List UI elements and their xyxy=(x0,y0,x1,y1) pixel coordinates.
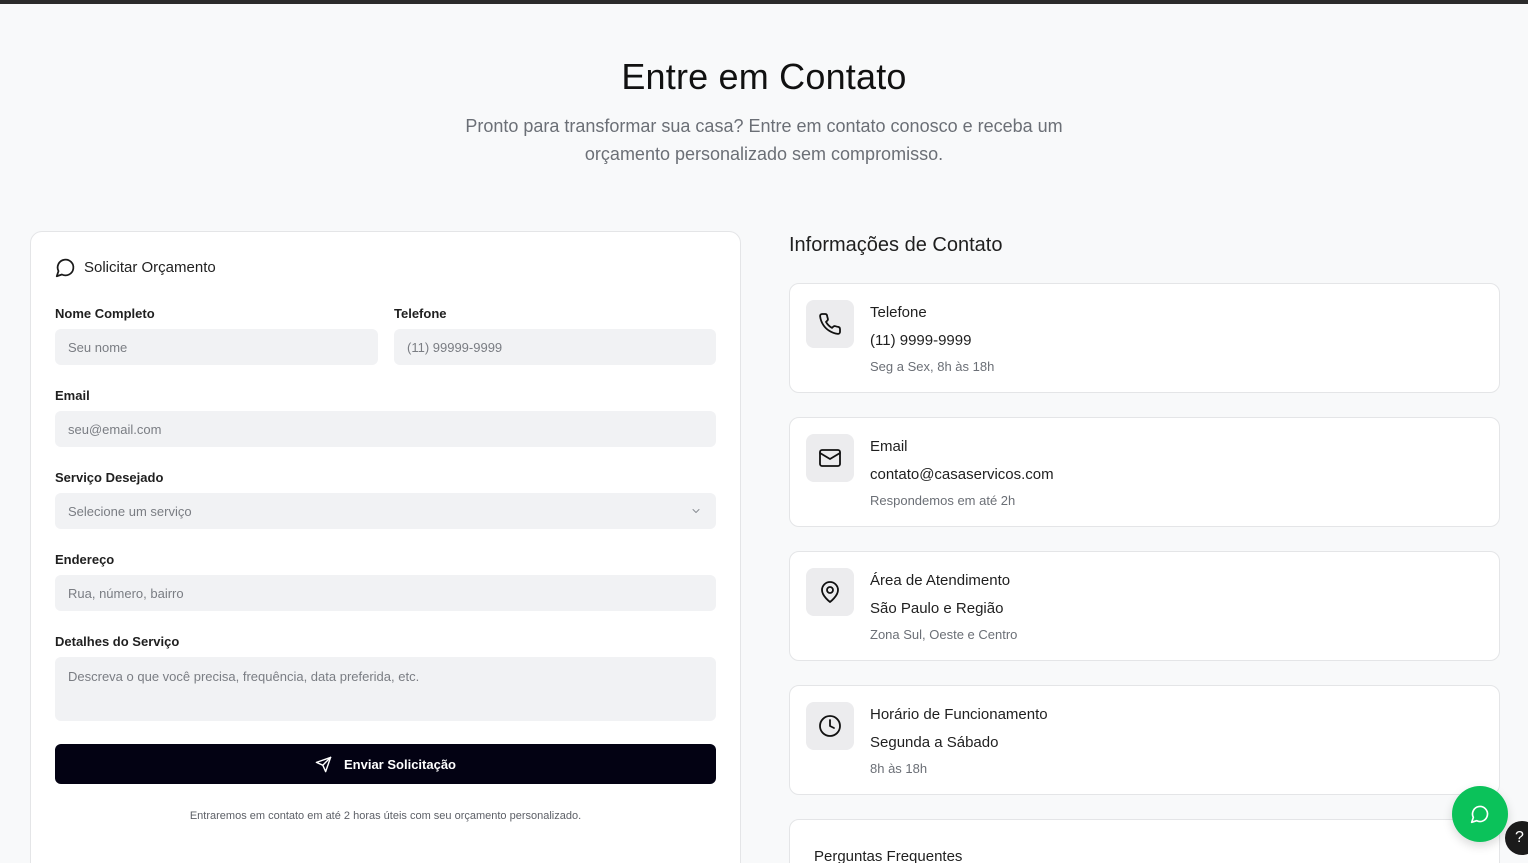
phone-input[interactable]: (11) 99999-9999 xyxy=(394,329,716,365)
email-input[interactable]: seu@email.com xyxy=(55,411,716,447)
page-subtitle: Pronto para transformar sua casa? Entre … xyxy=(465,116,1063,164)
email-card-title: Email xyxy=(870,438,908,455)
phone-icon xyxy=(819,313,841,335)
form-title-text: Solicitar Orçamento xyxy=(84,258,216,276)
chevron-down-icon xyxy=(692,509,700,513)
clock-icon xyxy=(819,715,841,737)
top-bar xyxy=(0,0,1528,4)
phone-card-title: Telefone xyxy=(870,304,927,321)
name-placeholder: Seu nome xyxy=(68,339,128,355)
area-card-detail: Zona Sul, Oeste e Centro xyxy=(870,627,1018,642)
phone-info-card: Telefone (11) 9999-9999 Seg a Sex, 8h às… xyxy=(789,283,1500,393)
address-placeholder: Rua, número, bairro xyxy=(68,585,184,601)
faq-title: Perguntas Frequentes xyxy=(814,848,963,863)
area-info-card: Área de Atendimento São Paulo e Região Z… xyxy=(789,551,1500,661)
name-input[interactable]: Seu nome xyxy=(55,329,378,365)
help-button[interactable]: ? xyxy=(1505,821,1528,855)
message-circle-icon xyxy=(55,258,75,277)
email-label: Email xyxy=(55,388,90,403)
address-label: Endereço xyxy=(55,552,115,567)
send-icon xyxy=(315,756,332,772)
mail-icon-box xyxy=(806,434,854,482)
map-pin-icon xyxy=(821,581,839,603)
faq-card: Perguntas Frequentes xyxy=(789,819,1500,863)
form-note: Entraremos em contato em até 2 horas úte… xyxy=(189,810,582,822)
hours-card-value: Segunda a Sábado xyxy=(870,734,999,751)
service-select-value: Selecione um serviço xyxy=(68,503,192,519)
details-textarea[interactable]: Descreva o que você precisa, frequência,… xyxy=(55,657,716,721)
page-title: Entre em Contato xyxy=(621,56,907,97)
quote-form-card: Solicitar Orçamento Nome Completo Seu no… xyxy=(30,231,741,863)
email-info-card: Email contato@casaservicos.com Respondem… xyxy=(789,417,1500,527)
form-title: Solicitar Orçamento xyxy=(55,256,216,278)
contact-info-title: Informações de Contato xyxy=(789,234,1003,256)
service-select[interactable]: Selecione um serviço xyxy=(55,493,716,529)
details-label: Detalhes do Serviço xyxy=(55,634,180,649)
hero-section: Entre em Contato Pronto para transformar… xyxy=(0,52,1528,168)
clock-icon-box xyxy=(806,702,854,750)
mail-icon xyxy=(819,449,841,467)
submit-label: Enviar Solicitação xyxy=(344,756,456,772)
service-label: Serviço Desejado xyxy=(55,470,164,485)
area-card-title: Área de Atendimento xyxy=(870,572,1011,589)
chat-bubble-icon xyxy=(1470,805,1489,824)
hours-card-detail: 8h às 18h xyxy=(870,761,928,776)
hours-info-card: Horário de Funcionamento Segunda a Sábad… xyxy=(789,685,1500,795)
map-pin-icon-box xyxy=(806,568,854,616)
phone-label: Telefone xyxy=(394,306,447,321)
address-input[interactable]: Rua, número, bairro xyxy=(55,575,716,611)
phone-card-value: (11) 9999-9999 xyxy=(870,332,972,349)
name-label: Nome Completo xyxy=(55,306,155,321)
area-card-value: São Paulo e Região xyxy=(870,600,1004,617)
email-card-detail: Respondemos em até 2h xyxy=(870,493,1016,508)
email-card-value: contato@casaservicos.com xyxy=(870,466,1054,483)
details-placeholder: Descreva o que você precisa, frequência,… xyxy=(68,669,420,684)
chat-button[interactable] xyxy=(1452,786,1508,842)
phone-card-detail: Seg a Sex, 8h às 18h xyxy=(870,359,995,374)
phone-placeholder: (11) 99999-9999 xyxy=(407,339,503,355)
help-label: ? xyxy=(1515,829,1524,846)
submit-button[interactable]: Enviar Solicitação xyxy=(55,744,716,784)
hours-card-title: Horário de Funcionamento xyxy=(870,706,1048,723)
email-placeholder: seu@email.com xyxy=(68,421,162,437)
phone-icon-box xyxy=(806,300,854,348)
